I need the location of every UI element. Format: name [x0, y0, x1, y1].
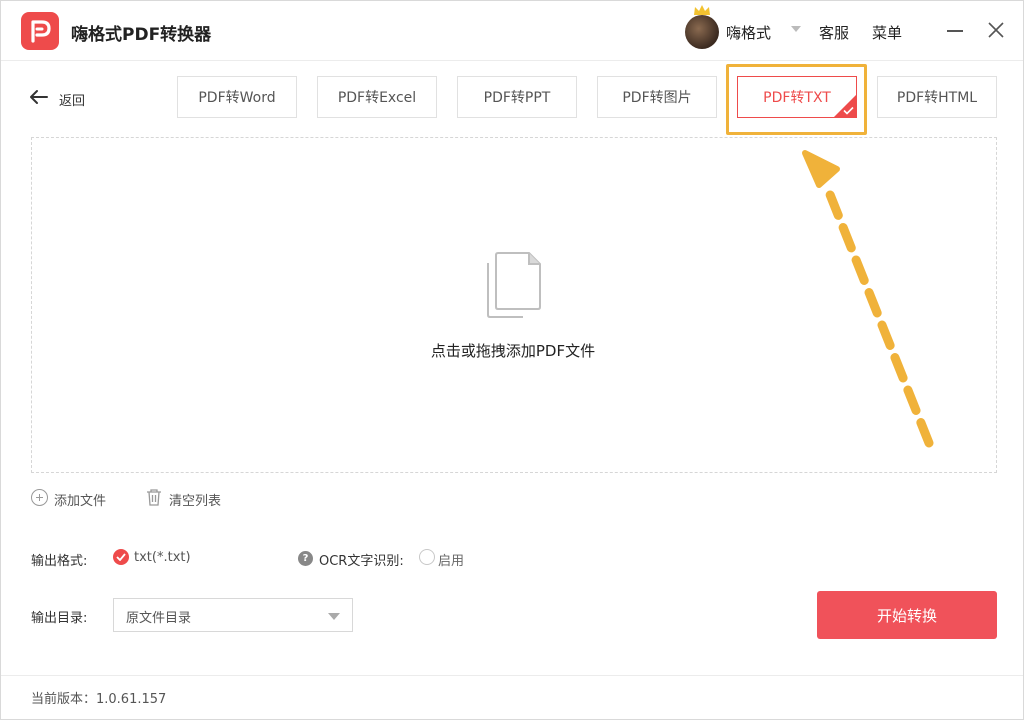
service-button[interactable]: 客服: [819, 22, 849, 43]
drop-zone-text: 点击或拖拽添加PDF文件: [430, 342, 596, 360]
chevron-down-icon: [328, 613, 340, 620]
question-icon[interactable]: ?: [298, 551, 313, 566]
app-logo-icon: [21, 12, 59, 50]
app-window: 嗨格式PDF转换器 嗨格式 客服 菜单 返回 PDF转Word PDF转Exce…: [0, 0, 1024, 720]
chevron-down-icon[interactable]: [791, 26, 801, 32]
footer: 当前版本：1.0.61.157: [1, 675, 1023, 719]
tab-pdf-to-excel[interactable]: PDF转Excel: [317, 76, 437, 118]
plus-circle-icon: [31, 489, 48, 506]
minimize-icon[interactable]: [947, 30, 963, 32]
trash-icon: [147, 489, 161, 506]
tab-pdf-to-image[interactable]: PDF转图片: [597, 76, 717, 118]
output-dir-select[interactable]: 原文件目录: [113, 598, 353, 632]
output-dir-value: 原文件目录: [126, 611, 192, 626]
add-file-label: 添加文件: [54, 494, 107, 509]
ocr-label: OCR文字识别:: [319, 554, 404, 569]
clear-list-button[interactable]: 清空列表: [145, 488, 245, 509]
tab-pdf-to-txt-label: PDF转TXT: [763, 90, 831, 106]
ocr-enable-radio[interactable]: [419, 549, 435, 565]
check-icon: [843, 106, 854, 115]
output-format-label: 输出格式:: [31, 554, 88, 569]
tab-pdf-to-ppt[interactable]: PDF转PPT: [457, 76, 577, 118]
ocr-enable-label: 启用: [438, 554, 465, 569]
back-label: 返回: [59, 94, 86, 109]
app-title: 嗨格式PDF转换器: [71, 25, 212, 45]
format-checkbox[interactable]: [113, 549, 129, 565]
arrow-left-icon: [30, 90, 48, 104]
title-bar: 嗨格式PDF转换器 嗨格式 客服 菜单: [1, 1, 1023, 61]
tab-pdf-to-word[interactable]: PDF转Word: [177, 76, 297, 118]
document-icon: [487, 252, 541, 318]
output-format-value: txt(*.txt): [134, 550, 191, 565]
close-icon[interactable]: [987, 21, 1005, 39]
avatar[interactable]: [685, 15, 719, 49]
check-icon: [116, 553, 126, 561]
clear-list-label: 清空列表: [169, 494, 222, 509]
tab-pdf-to-txt[interactable]: PDF转TXT: [737, 76, 857, 118]
username[interactable]: 嗨格式: [726, 22, 771, 43]
tab-pdf-to-html[interactable]: PDF转HTML: [877, 76, 997, 118]
back-button[interactable]: 返回: [29, 87, 109, 109]
menu-button[interactable]: 菜单: [872, 22, 902, 43]
start-convert-button[interactable]: 开始转换: [817, 591, 997, 639]
version-text: 当前版本：1.0.61.157: [31, 692, 167, 707]
output-dir-label: 输出目录:: [31, 611, 88, 626]
